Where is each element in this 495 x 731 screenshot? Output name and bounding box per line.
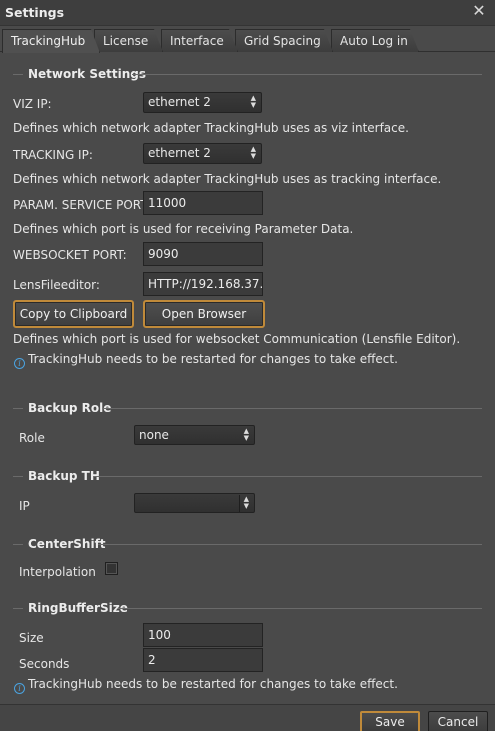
select-arrows-icon: ▲ ▼ xyxy=(250,94,256,109)
tab-label: License xyxy=(103,34,149,48)
ip-label: IP xyxy=(19,499,30,513)
tab-grid-spacing[interactable]: Grid Spacing xyxy=(235,29,333,52)
tab-trackinghub[interactable]: TrackingHub xyxy=(2,29,100,53)
restart-note: TrackingHub needs to be restarted for ch… xyxy=(28,352,398,366)
window-title: Settings xyxy=(5,5,65,20)
lensfileeditor-label: LensFileeditor: xyxy=(13,278,100,292)
group-divider xyxy=(13,408,23,409)
websocket-port-label: WEBSOCKET PORT: xyxy=(13,248,127,262)
websocket-port-input[interactable]: 9090 xyxy=(143,242,263,266)
interpolation-label: Interpolation xyxy=(19,565,96,579)
tracking-ip-description: Defines which network adapter TrackingHu… xyxy=(13,172,442,186)
copy-to-clipboard-button[interactable]: Copy to Clipboard xyxy=(13,300,134,328)
tab-auto-log-in[interactable]: Auto Log in xyxy=(331,29,419,52)
viz-ip-value: ethernet 2 xyxy=(148,95,211,109)
tab-bar: TrackingHub License Interface Grid Spaci… xyxy=(0,29,495,52)
group-divider xyxy=(103,408,482,409)
seconds-input[interactable]: 2 xyxy=(143,648,263,672)
select-arrows-icon: ▲ ▼ xyxy=(243,495,249,510)
backup-ip-select[interactable]: ▲ ▼ xyxy=(134,493,255,513)
select-arrows-icon: ▲ ▼ xyxy=(243,427,249,442)
tab-label: Auto Log in xyxy=(340,34,408,48)
open-browser-button[interactable]: Open Browser xyxy=(143,300,265,328)
param-service-port-input[interactable]: 11000 xyxy=(143,191,263,215)
size-input[interactable]: 100 xyxy=(143,623,263,647)
title-bar: Settings ✕ xyxy=(0,0,495,26)
tab-license[interactable]: License xyxy=(94,29,163,52)
tab-label: Grid Spacing xyxy=(244,34,321,48)
role-label: Role xyxy=(19,431,45,445)
network-settings-title: Network Settings xyxy=(28,67,146,81)
tab-label: Interface xyxy=(170,34,224,48)
param-service-port-label: PARAM. SERVICE PORT: xyxy=(13,198,151,212)
select-arrows-icon: ▲ ▼ xyxy=(250,145,256,160)
group-divider xyxy=(13,74,23,75)
viz-ip-select[interactable]: ethernet 2 ▲ ▼ xyxy=(143,92,262,113)
group-divider xyxy=(13,476,23,477)
size-label: Size xyxy=(19,631,44,645)
group-divider xyxy=(94,476,482,477)
centershift-title: CenterShift xyxy=(28,537,106,551)
viz-ip-label: VIZ IP: xyxy=(13,97,52,111)
info-icon: i xyxy=(14,683,25,694)
ringbuffer-restart-note: TrackingHub needs to be restarted for ch… xyxy=(28,677,398,691)
dialog-footer: Save Cancel xyxy=(0,704,495,731)
websocket-description: Defines which port is used for websocket… xyxy=(13,332,461,346)
select-separator xyxy=(239,495,240,512)
seconds-label: Seconds xyxy=(19,657,70,671)
settings-content: Network Settings VIZ IP: ethernet 2 ▲ ▼ D… xyxy=(0,53,495,704)
group-divider xyxy=(13,608,23,609)
group-divider xyxy=(132,74,482,75)
group-divider xyxy=(118,608,482,609)
tracking-ip-value: ethernet 2 xyxy=(148,146,211,160)
backup-role-title: Backup Role xyxy=(28,401,112,415)
tab-label: TrackingHub xyxy=(11,34,86,48)
ringbuffersize-title: RingBufferSize xyxy=(28,601,128,615)
group-divider xyxy=(98,544,482,545)
backup-th-title: Backup TH xyxy=(28,469,100,483)
tracking-ip-select[interactable]: ethernet 2 ▲ ▼ xyxy=(143,143,262,164)
cancel-button[interactable]: Cancel xyxy=(428,711,488,731)
param-port-description: Defines which port is used for receiving… xyxy=(13,222,354,236)
close-icon[interactable]: ✕ xyxy=(471,2,487,20)
lensfileeditor-url-input[interactable]: HTTP://192.168.37.14 xyxy=(143,272,263,296)
tab-interface[interactable]: Interface xyxy=(161,29,238,52)
viz-ip-description: Defines which network adapter TrackingHu… xyxy=(13,121,409,135)
role-select[interactable]: none ▲ ▼ xyxy=(134,425,255,445)
save-button[interactable]: Save xyxy=(360,711,420,731)
role-value: none xyxy=(139,428,169,442)
interpolation-checkbox[interactable] xyxy=(105,562,118,575)
info-icon: i xyxy=(14,358,25,369)
group-divider xyxy=(13,544,23,545)
tracking-ip-label: TRACKING IP: xyxy=(13,148,93,162)
